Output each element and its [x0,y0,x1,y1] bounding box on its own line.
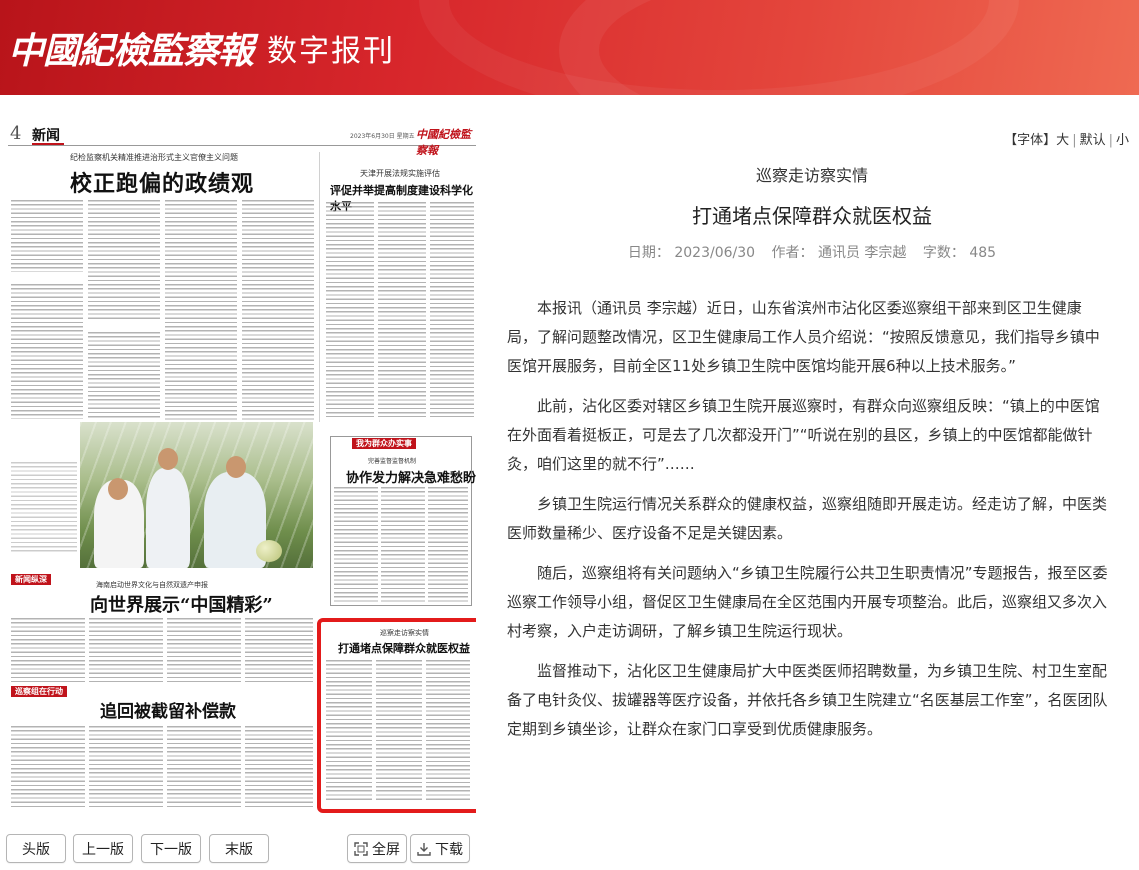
fullscreen-button[interactable]: 全屏 [347,834,407,863]
story-text [11,200,83,272]
story-text [167,726,241,808]
article-author: 作者： 通讯员 李宗越 [771,245,907,261]
column-rule [319,152,320,422]
brand-logo: 中國紀檢監察報 [8,30,254,72]
story-text [88,332,160,420]
story-text [378,202,426,417]
newspaper-page[interactable]: 4 新闻 2023年6月30日 星期五 中國紀檢監察報 纪检监察机关精准推进治形… [8,122,476,822]
prev-page-button[interactable]: 上一版 [73,834,133,863]
story-title[interactable]: 协作发力解决急难愁盼 [346,467,476,486]
story-text [381,487,425,602]
page-number: 4 [10,123,22,144]
photo-head [108,478,128,500]
article-paragraph: 随后，巡察组将有关问题纳入“乡镇卫生院履行公共卫生职责情况”专题报告，报至区委巡… [507,564,1108,640]
story-text [11,618,85,682]
story-kicker: 天津开展法规实施评估 [360,169,440,178]
story-text [326,202,374,417]
download-label: 下载 [435,841,463,858]
story-text [242,200,314,420]
article-body: 本报讯（通讯员 李宗越）近日，山东省滨州市沾化区委巡察组干部来到区卫生健康局，了… [507,294,1109,755]
font-large-button[interactable]: 大 [1056,133,1069,148]
article-title: 打通堵点保障群众就医权益 [692,204,932,228]
last-page-button[interactable]: 末版 [209,834,269,863]
news-photo[interactable] [80,422,313,568]
font-size-controls: 【字体】大 | 默认 | 小 [1004,129,1129,148]
story-text [430,202,474,417]
fullscreen-icon [354,841,368,856]
font-default-button[interactable]: 默认 [1080,133,1106,148]
story-text [89,618,163,682]
article-paragraph: 此前，沾化区委对辖区乡镇卫生院开展巡察时，有群众向巡察组反映：“镇上的中医馆在外… [507,397,1100,473]
download-button[interactable]: 下载 [410,834,470,863]
next-page-button[interactable]: 下一版 [141,834,201,863]
story-kicker: 海南启动世界文化与自然双遗产申报 [96,581,208,589]
story-text [88,200,160,320]
site-header: 中國紀檢監察報 数字报刊 [0,0,1139,95]
header-decoration [419,0,1019,95]
page-header: 4 新闻 2023年6月30日 星期五 中國紀檢監察報 [8,122,476,157]
brand-subtitle: 数字报刊 [267,34,396,69]
story-kicker: 纪检监察机关精准推进治形式主义官僚主义问题 [70,153,238,162]
selected-article-highlight[interactable] [317,618,476,813]
story-text [245,726,313,808]
article-paragraph: 监督推动下，沾化区卫生健康局扩大中医类医师招聘数量，为乡镇卫生院、村卫生室配备了… [507,662,1108,738]
story-text [89,726,163,808]
story-text [167,618,241,682]
separator: | [1072,133,1077,148]
page-date: 2023年6月30日 星期五 [350,133,415,140]
font-size-label: 【字体】 [1004,133,1057,148]
story-title[interactable]: 向世界展示“中国精彩” [90,591,273,617]
photo-head [158,448,178,470]
photo-person [146,468,190,568]
story-title[interactable]: 追回被截留补偿款 [100,697,236,722]
brand[interactable]: 中國紀檢監察報 数字报刊 [8,22,395,74]
page-section: 新闻 [32,128,60,144]
article-paragraph: 本报讯（通讯员 李宗越）近日，山东省滨州市沾化区委巡察组干部来到区卫生健康局，了… [507,299,1100,375]
story-text [11,726,85,808]
font-small-button[interactable]: 小 [1116,133,1129,148]
column-tag: 巡察组在行动 [11,686,67,697]
column-tag: 我为群众办实事 [352,438,416,449]
story-text [11,284,83,419]
photo-melon [256,540,282,562]
article-meta: 日期： 2023/06/30 作者： 通讯员 李宗越 字数： 485 [500,242,1124,262]
story-text [428,487,468,602]
page-masthead: 中國紀檢監察報 [416,128,471,157]
download-icon [417,842,431,856]
article-wordcount: 字数： 485 [922,245,997,261]
story-text [334,487,378,602]
story-text [165,200,237,420]
photo-caption [11,462,77,552]
fullscreen-label: 全屏 [372,841,400,858]
separator: | [1108,133,1113,148]
article-date: 日期： 2023/06/30 [627,245,756,261]
section-underline [32,143,64,145]
column-tag: 新闻纵深 [11,574,51,585]
article-paragraph: 乡镇卫生院运行情况关系群众的健康权益，巡察组随即开展走访。经走访了解，中医类医师… [507,495,1108,542]
first-page-button[interactable]: 头版 [6,834,66,863]
article-kicker: 巡察走访察实情 [755,166,868,185]
story-title[interactable]: 校正跑偏的政绩观 [70,166,254,198]
story-text [245,618,313,682]
story-kicker: 完善监督监督机制 [368,458,417,465]
photo-head [226,456,246,478]
